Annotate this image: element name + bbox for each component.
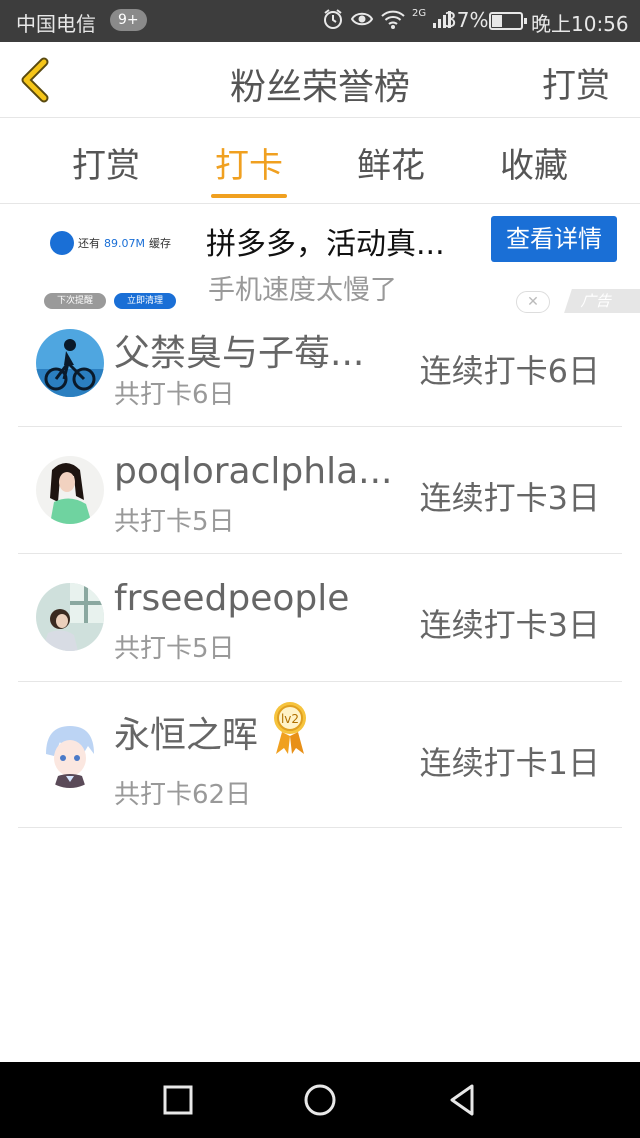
- clock: 晚上10:56: [531, 12, 629, 36]
- status-bar: 中国电信 9+ 2G 37% 晚上10:56: [0, 0, 640, 42]
- list-item[interactable]: frseedpeople 共打卡5日 连续打卡3日: [18, 554, 622, 682]
- wifi-icon: [381, 10, 405, 29]
- user-name: 父禁臭与子莓...: [114, 333, 365, 374]
- ad-headline[interactable]: 拼多多，活动真...: [206, 219, 486, 263]
- chevron-left-icon: [21, 57, 49, 103]
- ad-image: 还有 89.07M 缓存 下次提醒 立即清理: [36, 221, 186, 309]
- cyclist-avatar[interactable]: [36, 329, 104, 397]
- system-nav-bar: [0, 1062, 640, 1138]
- notification-badge: 9+: [110, 9, 147, 31]
- alarm-icon: [324, 9, 342, 29]
- total-checkin: 共打卡5日: [114, 634, 235, 664]
- list-item[interactable]: 永恒之晖 lv2 共打卡62日 连续打卡1日: [18, 682, 622, 828]
- circle-home-icon: [304, 1084, 336, 1116]
- tab-favorites[interactable]: 收藏: [464, 138, 604, 187]
- ad-storage-text: 还有 89.07M 缓存: [50, 231, 171, 255]
- total-checkin: 共打卡62日: [114, 780, 252, 810]
- total-checkin: 共打卡5日: [114, 507, 235, 537]
- total-checkin: 共打卡6日: [114, 380, 235, 410]
- tab-bar: 打赏 打卡 鲜花 收藏: [0, 118, 640, 204]
- network-label: 2G: [412, 7, 427, 19]
- tab-reward[interactable]: 打赏: [36, 138, 176, 187]
- streak-checkin: 连续打卡6日: [419, 352, 600, 390]
- back-button[interactable]: [14, 56, 58, 104]
- girl-avatar[interactable]: [36, 456, 104, 524]
- streak-checkin: 连续打卡3日: [419, 606, 600, 644]
- tab-checkin[interactable]: 打卡: [179, 138, 319, 187]
- recent-apps-button[interactable]: [160, 1082, 196, 1118]
- level-badge-icon: lv2: [270, 700, 310, 756]
- streak-checkin: 连续打卡1日: [419, 744, 600, 782]
- carrier-label: 中国电信: [16, 12, 96, 36]
- user-name: frseedpeople: [114, 578, 350, 619]
- anime-avatar[interactable]: [36, 720, 104, 788]
- app-screen: 中国电信 9+ 2G 37% 晚上10:56 粉丝荣誉榜 打赏 打赏 打卡 鲜花…: [0, 0, 640, 1138]
- user-name: 永恒之晖: [114, 715, 259, 756]
- battery-percent: 37%: [444, 8, 489, 32]
- status-icons: 2G: [322, 8, 454, 30]
- window-girl-avatar[interactable]: [36, 583, 104, 651]
- battery-icon: [489, 12, 527, 30]
- user-name: poqloraclphla...: [114, 451, 393, 492]
- triangle-back-icon: [450, 1084, 474, 1116]
- streak-checkin: 连续打卡3日: [419, 479, 600, 517]
- rocket-icon: [50, 231, 74, 255]
- list-item[interactable]: 父禁臭与子莓... 共打卡6日 连续打卡6日: [18, 300, 622, 427]
- back-nav-button[interactable]: [444, 1082, 480, 1118]
- list-item[interactable]: poqloraclphla... 共打卡5日 连续打卡3日: [18, 427, 622, 554]
- level-badge-text: lv2: [281, 712, 299, 726]
- square-recent-icon: [163, 1085, 193, 1115]
- ad-banner[interactable]: 还有 89.07M 缓存 下次提醒 立即清理 拼多多，活动真... 查看详情 手机速…: [0, 205, 640, 315]
- title-bar: 粉丝荣誉榜 打赏: [0, 42, 640, 118]
- eye-icon: [350, 12, 374, 26]
- active-tab-indicator: [211, 194, 287, 198]
- reward-button[interactable]: 打赏: [542, 58, 610, 107]
- tab-flowers[interactable]: 鲜花: [321, 138, 461, 187]
- home-button[interactable]: [302, 1082, 338, 1118]
- ad-details-button[interactable]: 查看详情: [491, 216, 617, 262]
